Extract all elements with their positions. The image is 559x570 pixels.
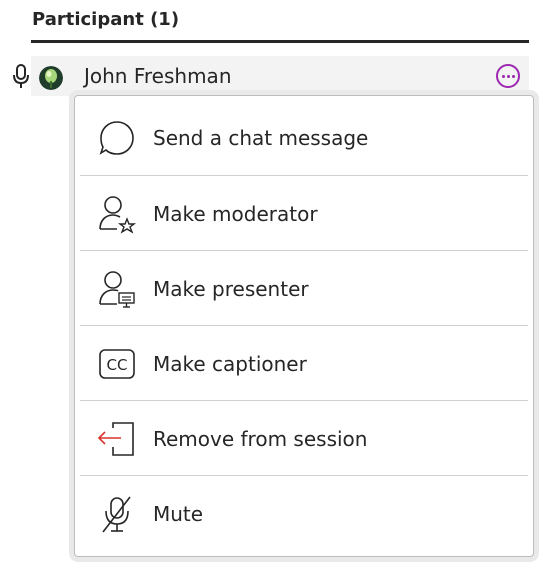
svg-text:CC: CC [107,356,128,374]
participant-options-menu: Send a chat message Make moderator Make … [74,95,534,557]
menu-item-make-captioner[interactable]: CC Make captioner [80,325,528,401]
menu-item-label: Make captioner [153,351,307,376]
user-star-icon [97,194,137,234]
chat-bubble-icon [97,118,137,158]
menu-item-make-presenter[interactable]: Make presenter [80,250,528,326]
participant-name: John Freshman [84,64,232,88]
closed-captions-icon: CC [97,344,137,384]
menu-item-label: Mute [153,501,204,526]
participants-header-title: Participant (1) [32,9,180,30]
menu-item-mute[interactable]: Mute [80,475,528,551]
menu-item-label: Remove from session [153,426,368,451]
menu-item-label: Send a chat message [153,125,369,150]
menu-item-remove-from-session[interactable]: Remove from session [80,400,528,476]
menu-item-make-moderator[interactable]: Make moderator [80,175,528,251]
menu-item-label: Make presenter [153,276,309,301]
more-options-icon [502,75,505,78]
microphone-icon[interactable] [11,64,31,90]
user-presenter-icon [97,269,137,309]
header-divider [31,40,529,43]
avatar [39,66,63,90]
more-options-button[interactable] [496,64,520,88]
menu-item-send-chat[interactable]: Send a chat message [80,100,528,175]
menu-item-label: Make moderator [153,201,318,226]
remove-exit-icon [97,419,137,459]
microphone-muted-icon [97,494,137,534]
